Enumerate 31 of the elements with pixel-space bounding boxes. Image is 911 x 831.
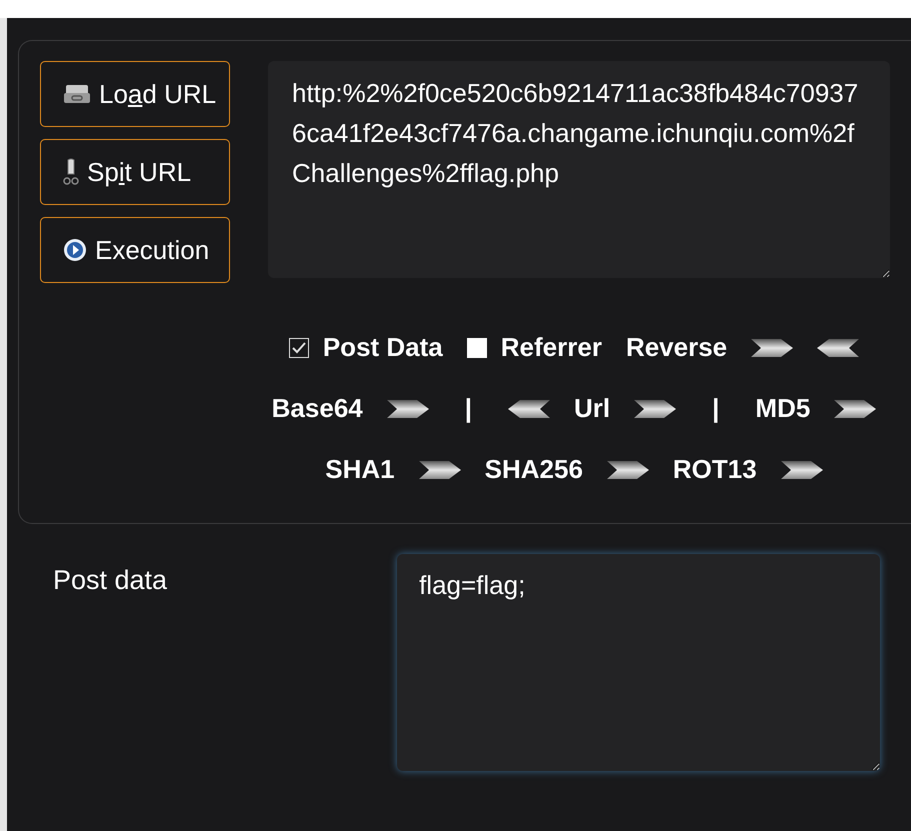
chevron-right-icon[interactable] (780, 460, 823, 478)
toolbar-button[interactable]: Execution (40, 217, 230, 283)
checkbox[interactable] (288, 338, 309, 358)
chevron-right-icon[interactable] (634, 400, 676, 418)
play-icon (63, 238, 87, 262)
scissors-icon (63, 158, 79, 186)
encoding-label: Reverse (626, 331, 728, 364)
drive-icon (63, 83, 91, 105)
encoding-label: MD5 (755, 392, 810, 425)
checkbox-label: Post Data (322, 331, 443, 364)
encoding-label: SHA1 (325, 453, 395, 486)
checkbox-label: Referrer (500, 331, 602, 364)
post-data-field[interactable]: flag=flag; (397, 554, 880, 771)
encoding-label: SHA256 (484, 453, 583, 486)
chevron-right-icon[interactable] (834, 400, 876, 418)
toolbar-button[interactable]: Spit URL (40, 139, 230, 205)
chevron-right-icon[interactable] (751, 338, 794, 356)
url-field[interactable]: http:%2%2f0ce520c6b9214711ac38fb484c709376ca41f2e43cf7476a.changame.ichunqiu.com%2fChallenges%2fflag.php (268, 61, 890, 278)
separator: | (464, 392, 472, 425)
chevron-right-icon[interactable] (386, 400, 429, 418)
encoding-label: ROT13 (672, 453, 757, 486)
chevron-left-icon[interactable] (508, 400, 550, 418)
toolbar-button[interactable]: Load URL (40, 61, 230, 127)
encoding-label: Base64 (272, 392, 363, 425)
chevron-left-icon[interactable] (817, 338, 860, 356)
encoding-label: Url (574, 392, 610, 425)
post-data-label: Post data (53, 564, 168, 597)
separator: | (712, 392, 720, 425)
chevron-right-icon[interactable] (418, 460, 461, 478)
chevron-right-icon[interactable] (606, 460, 649, 478)
checkbox[interactable] (466, 338, 487, 358)
